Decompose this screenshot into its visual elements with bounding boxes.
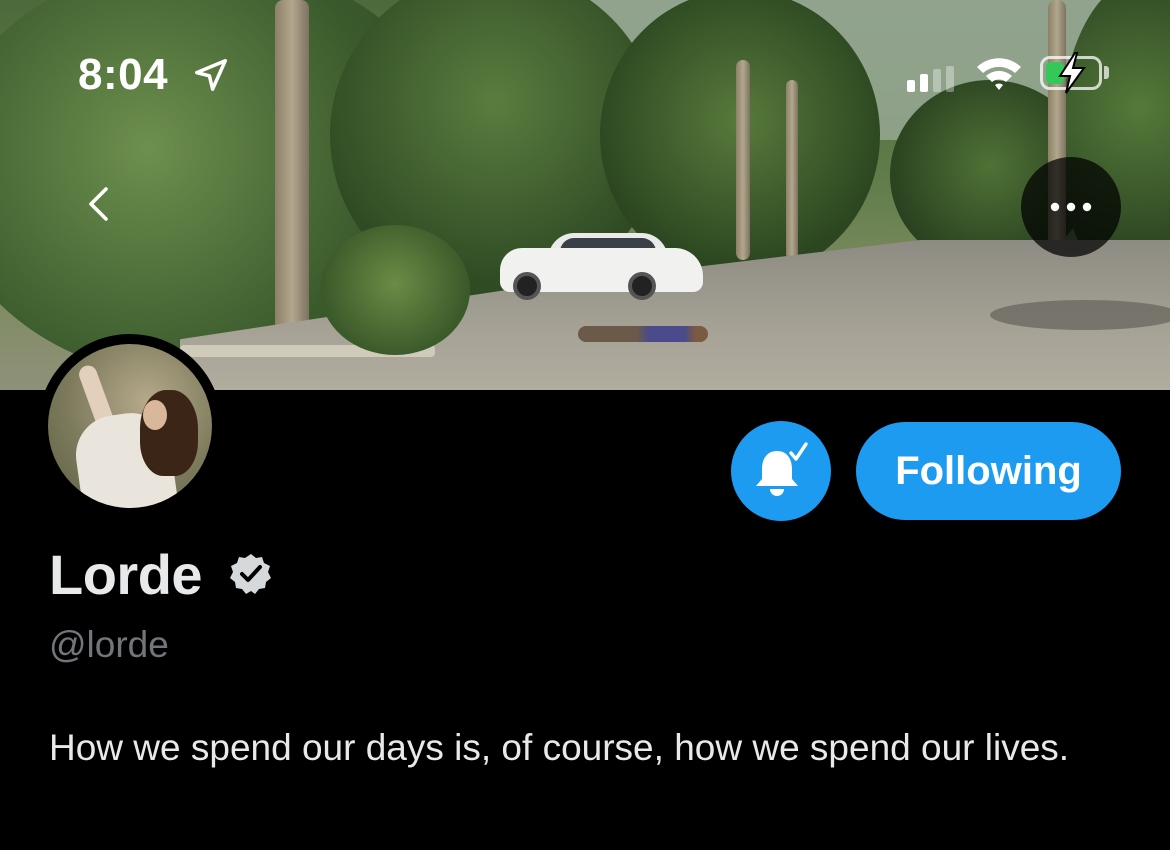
verified-badge-icon bbox=[230, 554, 271, 594]
notifications-button[interactable] bbox=[731, 421, 831, 521]
banner-palm-trunk bbox=[275, 0, 309, 350]
cellular-signal-icon bbox=[907, 66, 954, 92]
status-time: 8:04 bbox=[78, 50, 169, 99]
banner-shadow bbox=[990, 300, 1170, 330]
back-button[interactable] bbox=[58, 163, 140, 245]
display-name: Lorde bbox=[49, 543, 203, 606]
banner-shrub bbox=[320, 225, 470, 355]
avatar-photo bbox=[48, 344, 212, 508]
banner-car-wheel bbox=[513, 272, 541, 300]
following-button[interactable]: Following bbox=[856, 422, 1121, 520]
banner-person-lying bbox=[578, 326, 708, 342]
more-options-button[interactable] bbox=[1021, 157, 1121, 257]
bell-check-icon bbox=[756, 442, 808, 496]
banner-car-wheel bbox=[628, 272, 656, 300]
charging-bolt-icon bbox=[1058, 52, 1086, 94]
avatar[interactable] bbox=[38, 334, 222, 518]
banner-palm-trunk bbox=[786, 80, 798, 260]
avatar-face bbox=[143, 400, 167, 430]
battery-cap bbox=[1104, 66, 1109, 79]
user-handle: @lorde bbox=[49, 624, 169, 665]
wifi-icon bbox=[977, 58, 1021, 90]
banner-palm-trunk bbox=[736, 60, 750, 260]
location-arrow-icon bbox=[195, 59, 227, 91]
more-horizontal-icon bbox=[1050, 202, 1092, 212]
profile-bio: How we spend our days is, of course, how… bbox=[49, 727, 1070, 768]
chevron-left-icon bbox=[89, 187, 108, 221]
